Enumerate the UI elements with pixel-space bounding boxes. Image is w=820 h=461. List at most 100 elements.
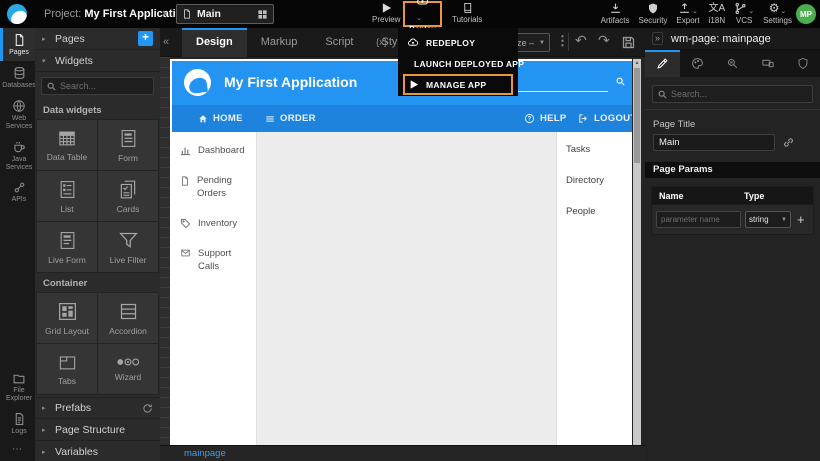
widget-tile-live-filter[interactable]: Live Filter xyxy=(98,222,158,272)
i18n-button[interactable]: 文A i18N xyxy=(709,2,726,25)
nav-item-help[interactable]: ? HELP xyxy=(524,105,567,132)
toolbar-divider xyxy=(568,33,569,51)
binding-icon[interactable]: {x} xyxy=(376,37,387,48)
rail-item-logs[interactable]: Logs xyxy=(0,407,35,440)
pencil-icon xyxy=(656,57,669,70)
nav-label: HOME xyxy=(213,113,243,124)
app-left-nav-widget[interactable]: Dashboard Pending Orders Inventory Suppo… xyxy=(172,132,257,445)
tutorials-button[interactable]: Tutorials xyxy=(452,2,482,24)
widget-tile-data-table[interactable]: Data Table xyxy=(37,120,97,170)
widget-tile-accordion[interactable]: Accordion xyxy=(98,293,158,343)
app-design-canvas[interactable]: My First Application HOME ORDER ? HELP xyxy=(170,59,632,445)
cloud-upload-icon xyxy=(416,0,429,7)
preview-button[interactable]: Preview xyxy=(372,2,400,24)
widget-tile-form[interactable]: Form xyxy=(98,120,158,170)
page-structure-section-header[interactable]: ▸ Page Structure xyxy=(35,419,160,441)
tab-script[interactable]: Script xyxy=(311,28,367,57)
tab-devices[interactable] xyxy=(750,50,785,77)
wavemaker-logo-icon[interactable] xyxy=(7,4,27,24)
search-icon[interactable] xyxy=(616,77,625,86)
params-table-header: Name Type xyxy=(652,187,813,205)
add-page-button[interactable]: + xyxy=(138,31,153,46)
app-sidebar-item-pending-orders[interactable]: Pending Orders xyxy=(180,174,248,200)
rail-item-databases[interactable]: Databases xyxy=(0,61,35,94)
rail-item-web-services[interactable]: Web Services xyxy=(0,94,35,135)
widget-tile-wizard[interactable]: Wizard xyxy=(98,344,158,394)
widgets-section-header[interactable]: ▾ Widgets xyxy=(35,50,160,72)
refresh-icon[interactable] xyxy=(142,403,153,414)
menu-item-redeploy[interactable]: REDEPLOY xyxy=(398,32,518,53)
app-sidebar-item-dashboard[interactable]: Dashboard xyxy=(180,144,248,157)
properties-search-input[interactable] xyxy=(671,89,807,99)
page-selector[interactable]: Main xyxy=(176,4,274,24)
widget-tile-cards[interactable]: Cards xyxy=(98,171,158,221)
rail-label: Java Services xyxy=(4,156,34,172)
vcs-button[interactable]: ⌄ VCS xyxy=(734,2,754,25)
rail-item-file-explorer[interactable]: File Explorer xyxy=(0,367,35,407)
tile-label: Cards xyxy=(117,204,140,214)
save-icon[interactable] xyxy=(621,35,636,50)
app-right-list-widget[interactable]: Tasks Directory People xyxy=(556,132,632,445)
widget-tile-tabs[interactable]: Tabs xyxy=(37,344,97,394)
tab-properties[interactable] xyxy=(645,50,680,77)
artifacts-button[interactable]: Artifacts xyxy=(601,2,630,25)
widget-search[interactable] xyxy=(41,77,154,95)
add-param-button[interactable]: + xyxy=(795,213,805,226)
selected-widget-title: wm-page: mainpage xyxy=(671,33,771,45)
nav-item-home[interactable]: HOME xyxy=(198,105,243,132)
more-options-icon[interactable]: ⋯ xyxy=(0,440,35,459)
export-button[interactable]: ⌄ Export xyxy=(676,2,699,25)
app-nav-widget[interactable]: HOME ORDER ? HELP LOGOUT xyxy=(172,105,632,132)
widget-tile-live-form[interactable]: Live Form xyxy=(37,222,97,272)
settings-button[interactable]: ⚙ ⌄ Settings xyxy=(763,2,792,25)
app-main-content-area[interactable] xyxy=(257,132,556,445)
api-nodes-icon xyxy=(13,181,26,194)
redo-icon[interactable]: ↷ xyxy=(598,32,610,49)
prefabs-section-header[interactable]: ▸ Prefabs xyxy=(35,397,160,419)
search-icon xyxy=(658,90,667,99)
properties-search[interactable] xyxy=(652,85,813,103)
page-title-input[interactable] xyxy=(653,134,775,151)
cards-icon xyxy=(118,179,138,200)
app-list-item-tasks[interactable]: Tasks xyxy=(566,144,623,155)
scroll-up-icon[interactable]: ▲ xyxy=(633,59,641,67)
collapse-left-panel-icon[interactable]: « xyxy=(163,36,169,48)
user-avatar[interactable]: MP xyxy=(796,4,816,24)
deploy-button[interactable]: ⌄ Deploy xyxy=(403,1,442,27)
canvas-scrollbar[interactable]: ▲ xyxy=(633,59,641,445)
tab-design[interactable]: Design xyxy=(182,28,247,57)
book-icon xyxy=(462,2,473,14)
app-list-item-directory[interactable]: Directory xyxy=(566,175,623,186)
rail-item-java-services[interactable]: Java Services xyxy=(0,135,35,176)
open-page-tab[interactable]: mainpage xyxy=(184,448,226,459)
play-icon xyxy=(381,2,392,14)
tile-label: Form xyxy=(118,153,138,163)
app-list-item-people[interactable]: People xyxy=(566,206,623,217)
caret-down-icon: ▼ xyxy=(539,40,545,46)
menu-item-launch-deployed-app[interactable]: LAUNCH DEPLOYED APP xyxy=(398,53,518,74)
widget-tile-grid-layout[interactable]: Grid Layout xyxy=(37,293,97,343)
widget-tile-list[interactable]: List xyxy=(37,171,97,221)
tab-events[interactable] xyxy=(715,50,750,77)
param-name-input[interactable] xyxy=(656,211,741,228)
rail-item-apis[interactable]: APIs xyxy=(0,176,35,208)
app-sidebar-item-inventory[interactable]: Inventory xyxy=(180,217,248,230)
variables-section-header[interactable]: ▸ Variables xyxy=(35,441,160,461)
app-sidebar-item-support-calls[interactable]: Support Calls xyxy=(180,247,248,273)
nav-item-order[interactable]: ORDER xyxy=(265,105,316,132)
widget-search-input[interactable] xyxy=(60,81,148,91)
scrollbar-thumb[interactable] xyxy=(634,68,640,163)
tab-security[interactable] xyxy=(785,50,820,77)
undo-icon[interactable]: ↶ xyxy=(575,32,587,49)
collapse-right-panel-icon[interactable]: » xyxy=(652,32,663,45)
security-button[interactable]: Security xyxy=(639,2,668,25)
pages-section-header[interactable]: ▸ Pages + xyxy=(35,28,160,50)
tab-markup[interactable]: Markup xyxy=(247,28,312,57)
param-type-select[interactable]: string ▼ xyxy=(745,211,791,228)
menu-item-manage-app[interactable]: MANAGE APP xyxy=(405,76,511,93)
app-title[interactable]: My First Application xyxy=(224,74,357,90)
bind-link-icon[interactable] xyxy=(782,136,795,149)
rail-item-pages[interactable]: Pages xyxy=(0,28,35,61)
nav-item-logout[interactable]: LOGOUT xyxy=(578,105,632,132)
tab-styles[interactable] xyxy=(680,50,715,77)
